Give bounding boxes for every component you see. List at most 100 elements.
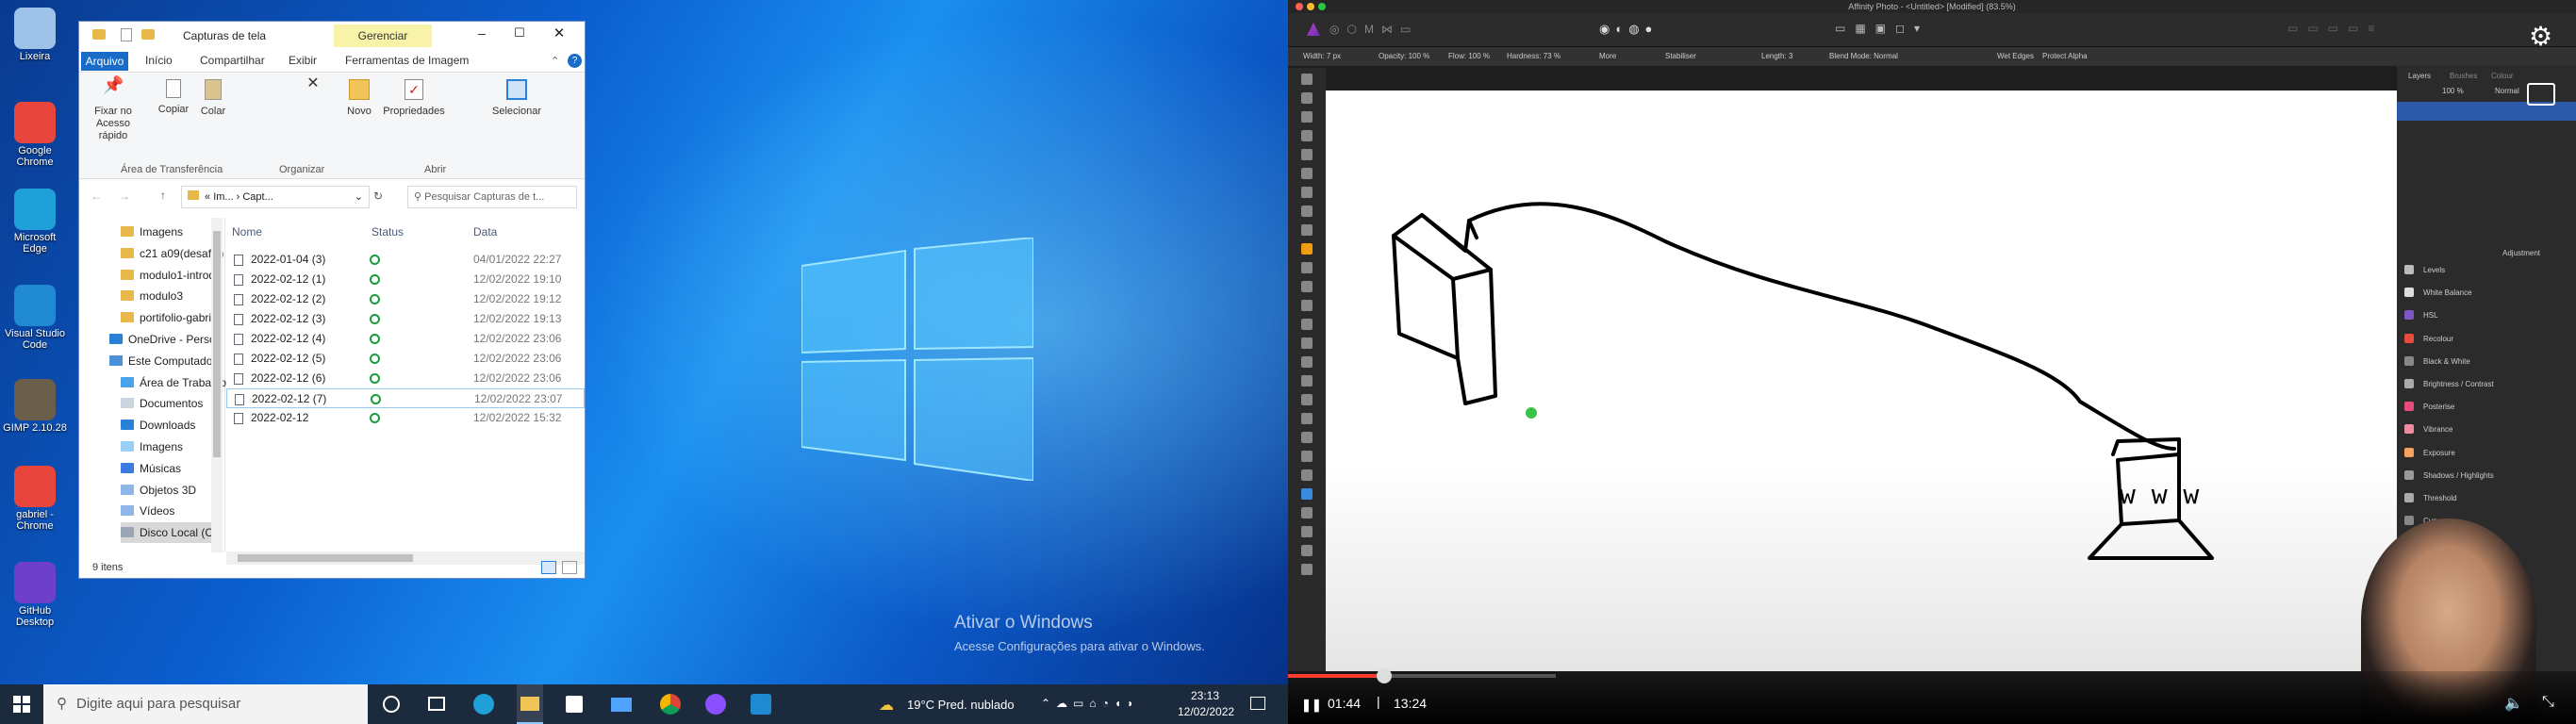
delete-button[interactable]: ✕ <box>302 76 324 91</box>
tool-icon[interactable] <box>1301 130 1313 141</box>
nav-item[interactable]: Documentos <box>121 393 203 414</box>
weather-text[interactable]: 19°C Pred. nublado <box>907 698 1015 712</box>
tray-icons[interactable]: ⌃☁▭⌂◔◖◗ <box>1041 697 1139 710</box>
tool-icon[interactable] <box>1301 92 1313 104</box>
adjustment-item[interactable]: White Balance <box>2404 283 2472 304</box>
adjustment-item[interactable]: Posterise <box>2404 397 2454 418</box>
tool-icon[interactable] <box>1301 356 1313 368</box>
store-taskbar-icon[interactable] <box>566 696 583 713</box>
tool-icon[interactable] <box>1301 149 1313 160</box>
ctx-width[interactable]: Width: 7 px <box>1303 47 1341 66</box>
tool-icon[interactable] <box>1301 74 1313 85</box>
close-button[interactable]: ✕ <box>545 25 573 45</box>
tool-icon[interactable] <box>1301 281 1313 292</box>
tool-icon[interactable] <box>1301 432 1313 443</box>
tool-icon[interactable] <box>1301 206 1313 217</box>
tool-icon[interactable] <box>1301 187 1313 198</box>
nav-item[interactable]: Disco Local (C:) <box>121 522 221 544</box>
vscode-taskbar-icon[interactable] <box>751 694 771 715</box>
details-view-icon[interactable] <box>541 561 556 574</box>
back-button[interactable]: ← <box>91 189 102 203</box>
desktop-icon[interactable]: Visual Studio Code <box>2 285 68 351</box>
ctx-wet-edges[interactable]: Wet Edges <box>1997 47 2034 66</box>
file-row[interactable]: 2022-02-12 (4) 12/02/2022 23:06 <box>226 329 585 349</box>
notification-icon[interactable] <box>1250 697 1265 710</box>
select-button[interactable]: Selecionar <box>487 79 547 118</box>
github-taskbar-icon[interactable] <box>705 694 726 715</box>
nav-item[interactable]: Downloads <box>121 415 195 436</box>
file-row[interactable]: 2022-02-12 12/02/2022 15:32 <box>226 408 585 428</box>
copy-button[interactable]: Copiar <box>155 79 192 116</box>
mac-zoom-button[interactable] <box>1318 3 1326 10</box>
column-status[interactable]: Status <box>372 225 404 239</box>
persona-icons[interactable]: ◎⬡M⋈▭ <box>1329 23 1418 36</box>
tool-icon[interactable] <box>1301 224 1313 236</box>
tool-icon[interactable] <box>1301 375 1313 387</box>
tool-icon[interactable] <box>1301 526 1313 537</box>
file-row[interactable]: 2022-02-12 (3) 12/02/2022 19:13 <box>226 309 585 329</box>
desktop-icon[interactable]: GIMP 2.10.28 <box>2 379 68 434</box>
clock-time[interactable]: 23:13 <box>1191 689 1219 702</box>
ctx-opacity[interactable]: Opacity: 100 % <box>1379 47 1429 66</box>
cortana-icon[interactable] <box>383 696 400 713</box>
refresh-button[interactable]: ↻ <box>373 189 383 203</box>
volume-icon[interactable]: 🔈 <box>2504 694 2523 713</box>
desktop-icon[interactable]: Google Chrome <box>2 102 68 168</box>
nav-item[interactable]: Objetos 3D <box>121 480 196 501</box>
feedback-icon[interactable] <box>2527 83 2555 106</box>
tool-icon[interactable] <box>1301 488 1313 500</box>
nav-item[interactable]: OneDrive - Perso <box>109 329 216 350</box>
tool-icon[interactable] <box>1301 243 1313 255</box>
panel-tab-colour[interactable]: Colour <box>2491 72 2514 80</box>
tool-icon[interactable] <box>1301 319 1313 330</box>
panel-tab-brushes[interactable]: Brushes <box>2450 72 2477 80</box>
ctx-length[interactable]: Length: 3 <box>1761 47 1792 66</box>
ctx-more-button[interactable]: More <box>1599 47 1616 66</box>
tool-icon[interactable] <box>1301 413 1313 424</box>
adjustment-item[interactable]: Shadows / Highlights <box>2404 466 2494 486</box>
search-box[interactable]: ⚲ Pesquisar Capturas de t... <box>407 186 577 208</box>
chrome-taskbar-icon[interactable] <box>660 694 681 715</box>
panel-tab-layers[interactable]: Layers <box>2408 72 2431 80</box>
ctx-protect-alpha[interactable]: Protect Alpha <box>2042 47 2088 66</box>
nav-item[interactable]: Músicas <box>121 458 181 479</box>
forward-button[interactable]: → <box>119 189 130 203</box>
file-row[interactable]: 2022-01-04 (3) 04/01/2022 22:27 <box>226 250 585 270</box>
mac-minimize-button[interactable] <box>1307 3 1314 10</box>
up-button[interactable]: ↑ <box>160 189 166 202</box>
toolbar-right-icons[interactable]: ▭▦▣◻▾ <box>1835 22 1929 35</box>
manage-tab[interactable]: Gerenciar <box>334 25 432 47</box>
tab-compartilhar[interactable]: Compartilhar <box>200 54 265 67</box>
column-name[interactable]: Nome <box>232 225 262 239</box>
layer-blend-field[interactable]: Normal <box>2495 87 2519 95</box>
drawing-canvas[interactable]: w w w <box>1326 90 2397 671</box>
adjustment-item[interactable]: Brightness / Contrast <box>2404 374 2494 395</box>
address-bar[interactable]: « Im... › Capt... ⌄ <box>181 186 370 208</box>
progress-knob[interactable] <box>1376 668 1392 683</box>
column-date[interactable]: Data <box>473 225 497 239</box>
toolbar-far-icons[interactable]: ▭▭▭▭≡ <box>2287 22 2384 35</box>
adjustment-item[interactable]: HSL <box>2404 305 2438 326</box>
file-row[interactable]: 2022-02-12 (6) 12/02/2022 23:06 <box>226 369 585 388</box>
tab-arquivo[interactable]: Arquivo <box>81 52 128 71</box>
collapse-ribbon-icon[interactable]: ⌃ <box>551 55 559 67</box>
tab-exibir[interactable]: Exibir <box>289 54 317 67</box>
tool-icon[interactable] <box>1301 337 1313 349</box>
nav-item[interactable]: modulo1-introd <box>121 265 215 286</box>
adjustment-item[interactable]: Exposure <box>2404 443 2455 464</box>
tab-inicio[interactable]: Início <box>145 54 173 67</box>
taskbar-search[interactable]: ⚲ Digite aqui para pesquisar <box>43 684 368 724</box>
properties-button[interactable]: ✓ Propriedades <box>379 79 449 118</box>
adjustment-item[interactable]: Vibrance <box>2404 420 2452 440</box>
maximize-button[interactable]: ☐ <box>505 25 534 46</box>
ctx-flow[interactable]: Flow: 100 % <box>1448 47 1490 66</box>
nav-item[interactable]: modulo3 <box>121 286 183 306</box>
nav-item[interactable]: Este Computador <box>109 351 216 371</box>
help-icon[interactable]: ? <box>568 54 582 68</box>
color-buttons[interactable]: ◉◐◍● <box>1599 22 1658 37</box>
adjustment-item[interactable]: Black & White <box>2404 352 2470 372</box>
tool-icon[interactable] <box>1301 168 1313 179</box>
desktop-icon[interactable]: Lixeira <box>2 8 68 62</box>
weather-icon[interactable]: ☁ <box>879 696 894 715</box>
adjustment-item[interactable]: Recolour <box>2404 329 2453 350</box>
